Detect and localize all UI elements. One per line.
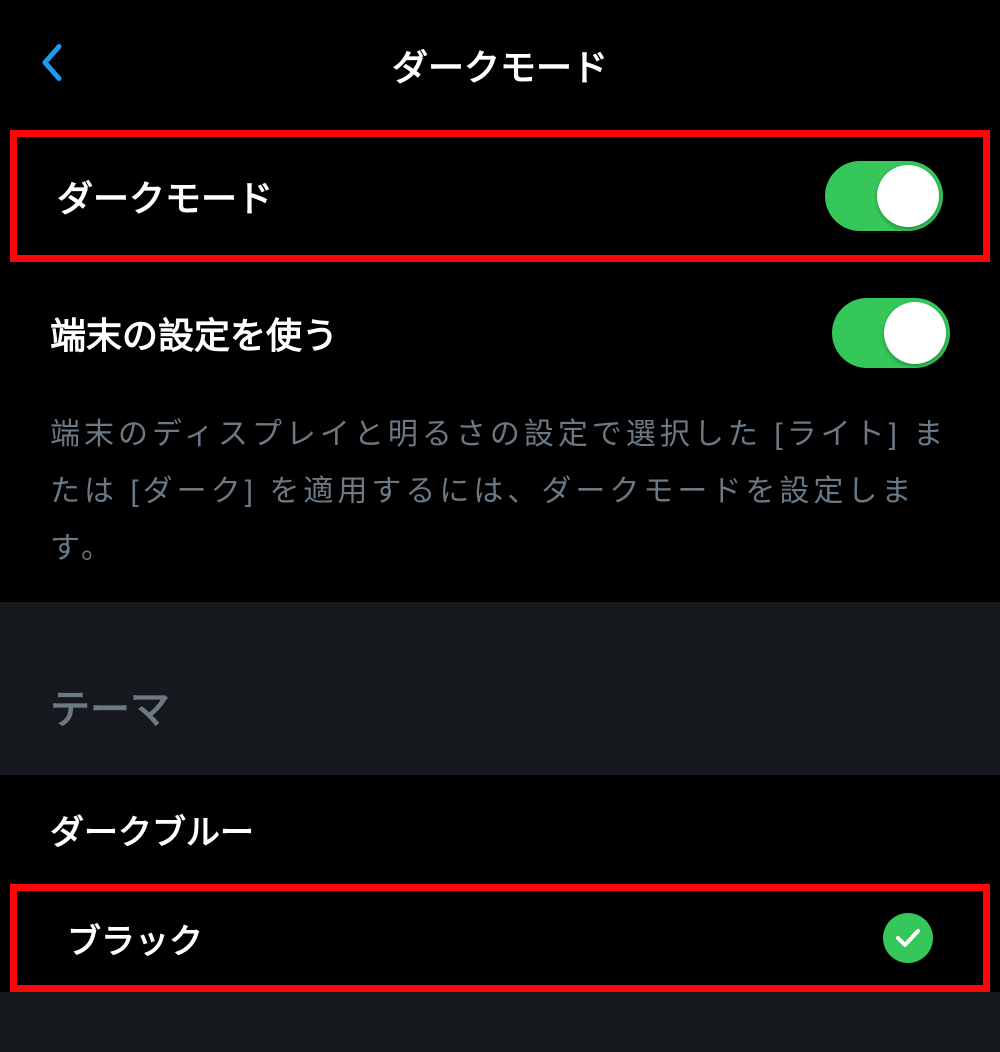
theme-option-label: ダークブルー xyxy=(50,805,254,854)
use-device-row[interactable]: 端末の設定を使う xyxy=(0,262,1000,398)
theme-option-dark-blue[interactable]: ダークブルー xyxy=(0,775,1000,884)
theme-option-black[interactable]: ブラック xyxy=(10,884,990,992)
page-title: ダークモード xyxy=(392,39,608,91)
use-device-toggle[interactable] xyxy=(832,298,950,368)
theme-section-header: テーマ xyxy=(0,637,1000,775)
theme-section-title: テーマ xyxy=(50,677,950,735)
chevron-left-icon xyxy=(40,69,62,86)
use-device-label: 端末の設定を使う xyxy=(50,307,338,359)
checkmark-icon xyxy=(883,913,933,963)
back-button[interactable] xyxy=(40,44,62,87)
dark-mode-row[interactable]: ダークモード xyxy=(10,130,990,262)
dark-mode-toggle[interactable] xyxy=(825,161,943,231)
end-spacer xyxy=(0,992,1000,1052)
toggle-knob xyxy=(884,302,946,364)
use-device-description: 端末のディスプレイと明るさの設定で選択した [ライト] または [ダーク] を適… xyxy=(50,406,950,577)
dark-mode-label: ダークモード xyxy=(57,170,273,222)
section-spacer xyxy=(0,602,1000,637)
theme-option-label: ブラック xyxy=(67,914,203,963)
toggle-knob xyxy=(877,165,939,227)
use-device-description-row: 端末のディスプレイと明るさの設定で選択した [ライト] または [ダーク] を適… xyxy=(0,398,1000,602)
